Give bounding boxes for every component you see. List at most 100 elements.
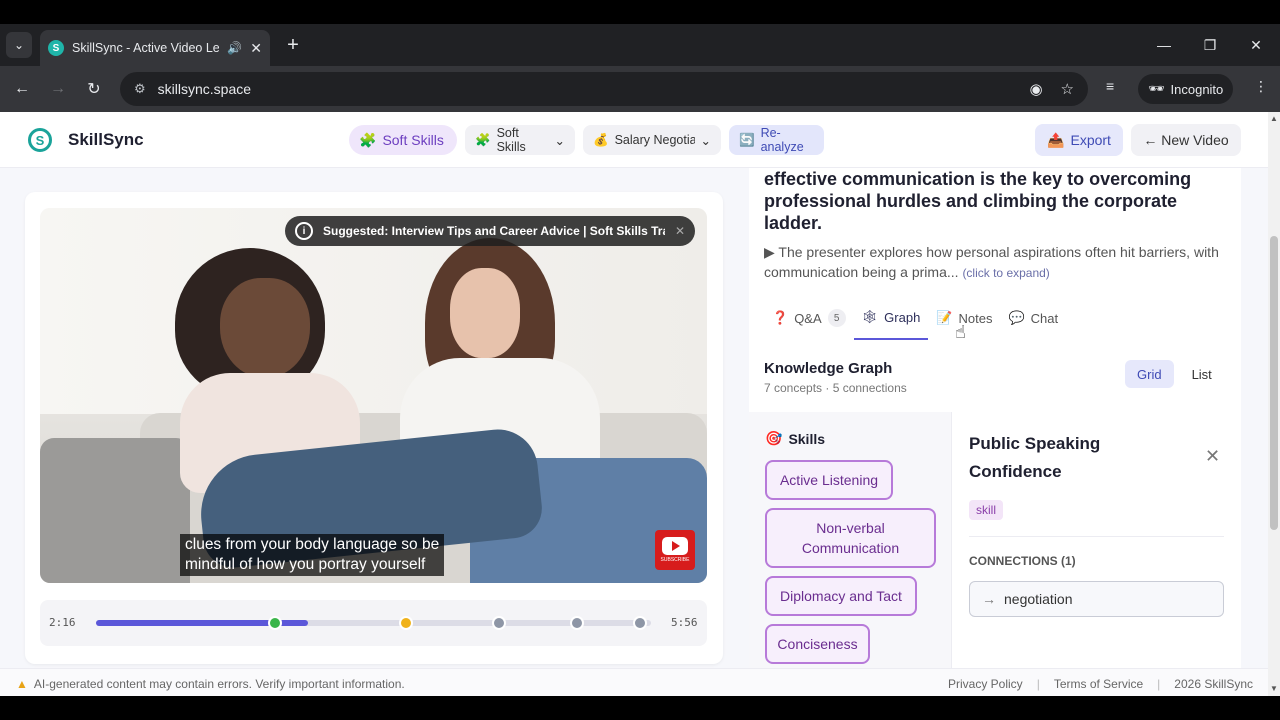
- tab-label: Q&A: [794, 310, 822, 326]
- export-icon: 📤: [1047, 131, 1065, 148]
- close-tab-icon[interactable]: ✕: [250, 40, 262, 57]
- knowledge-graph-stats: 7 concepts · 5 connections: [764, 381, 907, 395]
- timeline-marker[interactable]: [570, 616, 585, 630]
- browser-tabstrip: ⌄ S SkillSync - Active Video Lea 🔊 ✕ + —…: [0, 24, 1280, 66]
- concept-title: Public Speaking Confidence: [969, 434, 1101, 481]
- summary-text[interactable]: ▶ The presenter explores how personal as…: [764, 242, 1234, 283]
- page-scrollbar[interactable]: ▲ ▼: [1268, 112, 1280, 696]
- media-controls-icon[interactable]: ≡: [1106, 78, 1114, 94]
- category-heading: 🎯 Skills: [765, 430, 825, 447]
- expand-link[interactable]: (click to expand): [962, 266, 1049, 280]
- ai-warning: ▲ AI-generated content may contain error…: [16, 677, 405, 691]
- suggestion-banner[interactable]: i Suggested: Interview Tips and Career A…: [285, 216, 695, 246]
- timeline-marker[interactable]: [267, 616, 282, 630]
- minimize-icon[interactable]: —: [1144, 32, 1184, 58]
- subscribe-label: SUBSCRIBE: [660, 557, 690, 563]
- timeline-marker[interactable]: [632, 616, 647, 630]
- grid-view-button[interactable]: Grid: [1125, 360, 1174, 388]
- browser-tab[interactable]: S SkillSync - Active Video Lea 🔊 ✕: [40, 30, 270, 66]
- connections-heading: CONNECTIONS (1): [969, 554, 1076, 568]
- separator: |: [1036, 677, 1040, 691]
- eye-off-icon[interactable]: ◉: [1029, 80, 1042, 98]
- tab-graph[interactable]: 🕸 Graph: [853, 296, 929, 340]
- copyright-text: 2026 SkillSync: [1174, 677, 1254, 691]
- concept-chip[interactable]: Non-verbal Communication: [765, 508, 936, 568]
- suggestion-text: Suggested: Interview Tips and Career Adv…: [323, 224, 665, 238]
- timeline-marker[interactable]: [492, 616, 507, 630]
- connection-label: negotiation: [1004, 591, 1073, 607]
- skill-select-value: Soft Skills: [496, 126, 526, 154]
- scroll-thumb[interactable]: [1270, 236, 1278, 530]
- speaker-icon[interactable]: 🔊: [227, 41, 242, 55]
- browser-toolbar: ← → ↻ ⚙ skillsync.space ◉ ☆ ≡ 🕶 Incognit…: [0, 66, 1280, 112]
- play-icon: [662, 537, 688, 555]
- footer-links: Privacy Policy | Terms of Service | 2026…: [948, 677, 1253, 691]
- category-label: Skills: [788, 430, 826, 447]
- separator: |: [1157, 677, 1161, 691]
- video-player[interactable]: i Suggested: Interview Tips and Career A…: [40, 208, 707, 583]
- tab-label: Chat: [1030, 310, 1059, 326]
- close-icon[interactable]: ✕: [1205, 446, 1220, 467]
- tab-title: SkillSync - Active Video Lea: [72, 41, 220, 55]
- reload-icon[interactable]: ↻: [80, 76, 108, 102]
- video-card: i Suggested: Interview Tips and Career A…: [25, 192, 723, 664]
- address-bar[interactable]: ⚙ skillsync.space ◉ ☆: [120, 72, 1088, 106]
- right-panel: effective communication is the key to ov…: [749, 168, 1241, 696]
- page: S SkillSync 🧩 Soft Skills 🧩 Soft Skills …: [0, 112, 1268, 696]
- refresh-icon: 🔄: [739, 132, 755, 147]
- topic-select[interactable]: 💰 Salary Negotiati ⌄: [583, 125, 721, 155]
- concept-type-tag: skill: [969, 500, 1003, 520]
- notes-icon: 📝: [936, 310, 953, 325]
- youtube-subscribe-icon[interactable]: SUBSCRIBE: [655, 530, 695, 570]
- duration: 5:56: [671, 616, 698, 629]
- concept-chip[interactable]: Active Listening: [765, 460, 893, 500]
- connection-item[interactable]: → negotiation: [969, 581, 1224, 617]
- back-icon[interactable]: ←: [8, 76, 36, 102]
- new-video-button[interactable]: ← New Video: [1131, 124, 1241, 156]
- video-caption: clues from your body language so be mind…: [180, 534, 445, 576]
- skillsync-logo-icon: S: [28, 128, 52, 152]
- graph-icon: 🕸: [861, 309, 879, 324]
- new-tab-icon[interactable]: +: [280, 32, 306, 58]
- divider: [969, 536, 1224, 537]
- close-window-icon[interactable]: ✕: [1236, 32, 1276, 58]
- tab-qa[interactable]: ❓ Q&A 5: [764, 296, 854, 340]
- bottom-letterbox: [0, 696, 1280, 720]
- incognito-indicator[interactable]: 🕶 Incognito: [1138, 74, 1234, 104]
- caption-line: mindful of how you portray yourself: [185, 556, 426, 573]
- export-button[interactable]: 📤 Export: [1035, 124, 1123, 156]
- tab-search-icon[interactable]: ⌄: [6, 32, 32, 58]
- site-info-icon[interactable]: ⚙: [134, 81, 146, 97]
- menu-kebab-icon[interactable]: ⋮: [1254, 78, 1268, 95]
- warning-icon: ▲: [16, 677, 28, 691]
- video-person-right-face: [450, 268, 520, 358]
- bookmark-star-icon[interactable]: ☆: [1061, 80, 1074, 98]
- chevron-down-icon: ⌄: [700, 133, 711, 148]
- qa-count-badge: 5: [827, 309, 846, 327]
- concept-chip[interactable]: Conciseness: [765, 624, 870, 664]
- scroll-up-icon[interactable]: ▲: [1270, 114, 1278, 123]
- video-timeline: 2:16 5:56: [40, 600, 707, 646]
- tab-label: Graph: [884, 309, 921, 325]
- timeline-track[interactable]: [96, 616, 651, 630]
- skillsync-favicon-icon: S: [48, 40, 64, 56]
- top-letterbox: [0, 0, 1280, 24]
- incognito-label: Incognito: [1170, 81, 1224, 97]
- skill-select[interactable]: 🧩 Soft Skills ⌄: [465, 125, 575, 155]
- scroll-down-icon[interactable]: ▼: [1270, 684, 1278, 693]
- category-pill-label: Soft Skills: [382, 132, 444, 148]
- restore-icon[interactable]: ❐: [1190, 32, 1230, 58]
- tab-chat[interactable]: 💬 Chat: [1000, 296, 1066, 340]
- close-icon[interactable]: ✕: [675, 224, 685, 238]
- privacy-link[interactable]: Privacy Policy: [948, 677, 1023, 691]
- concept-chip[interactable]: Diplomacy and Tact: [765, 576, 917, 616]
- terms-link[interactable]: Terms of Service: [1054, 677, 1143, 691]
- timeline-marker[interactable]: [398, 616, 413, 630]
- export-label: Export: [1070, 132, 1111, 148]
- reanalyze-button[interactable]: 🔄 Re-analyze: [729, 125, 824, 155]
- current-time: 2:16: [49, 616, 76, 629]
- view-toggle: Grid List: [1125, 360, 1224, 388]
- forward-icon[interactable]: →: [44, 76, 72, 102]
- category-pill-soft-skills[interactable]: 🧩 Soft Skills: [349, 125, 457, 155]
- list-view-button[interactable]: List: [1180, 360, 1224, 388]
